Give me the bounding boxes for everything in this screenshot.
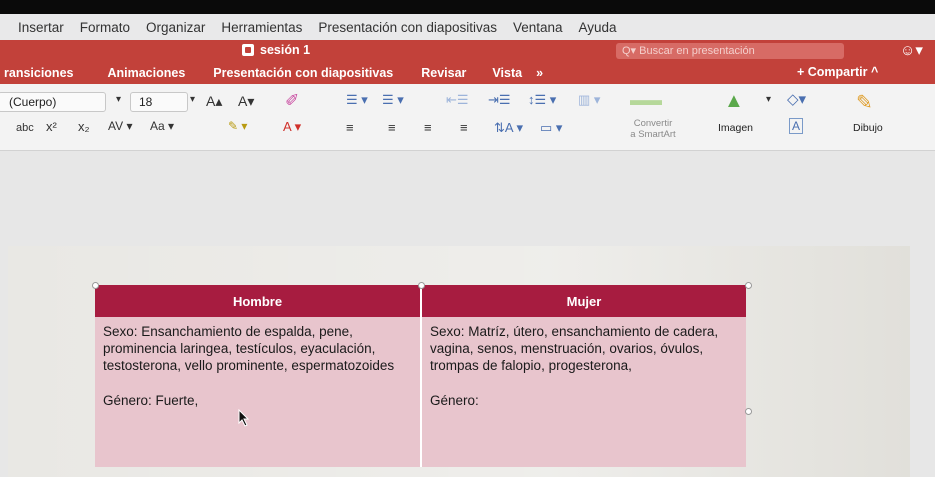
menu-insertar[interactable]: Insertar [18, 20, 64, 35]
menu-formato[interactable]: Formato [80, 20, 130, 35]
menu-herramientas[interactable]: Herramientas [221, 20, 302, 35]
search-input[interactable]: Q▾ Buscar en presentación [616, 43, 844, 59]
image-icon[interactable]: ▲ [724, 90, 744, 113]
app-menu-bar: Insertar Formato Organizar Herramientas … [0, 14, 935, 41]
table-header-hombre[interactable]: Hombre [95, 285, 422, 317]
bullets-icon[interactable]: ☰ ▾ [346, 92, 368, 108]
image-dropdown-icon[interactable]: ▾ [766, 94, 771, 105]
decrease-indent-icon[interactable]: ⇤☰ [446, 92, 469, 108]
cell-genero-text: Género: Fuerte, [103, 393, 199, 408]
ribbon-toolbar: (Cuerpo) ▾ 18 ▾ A▴ A▾ ✐ abc x² x₂ AV ▾ A… [0, 84, 935, 151]
mouse-pointer-icon [238, 409, 250, 427]
image-button-label[interactable]: Imagen [718, 122, 753, 134]
align-right-icon[interactable]: ≡ [424, 120, 432, 135]
document-title: sesión 1 [242, 43, 310, 57]
tab-revisar[interactable]: Revisar [421, 66, 466, 80]
grow-font-button[interactable]: A▴ [206, 93, 222, 110]
cell-genero-text: Género: [430, 393, 479, 408]
tab-vista[interactable]: Vista [492, 66, 522, 80]
smartart-icon[interactable]: ▬▬ [630, 92, 662, 110]
resize-handle[interactable] [418, 282, 425, 289]
menu-organizar[interactable]: Organizar [146, 20, 205, 35]
share-button[interactable]: + Compartir ^ [797, 65, 878, 79]
cell-sexo-text: Sexo: Ensanchamiento de espalda, pene, p… [103, 324, 395, 373]
align-center-icon[interactable]: ≡ [388, 120, 396, 135]
menu-ventana[interactable]: Ventana [513, 20, 563, 35]
superscript-button[interactable]: x² [46, 119, 57, 134]
numbering-icon[interactable]: ☰ ▾ [382, 92, 404, 108]
table-header-mujer[interactable]: Mujer [421, 285, 746, 317]
shrink-font-button[interactable]: A▾ [238, 93, 254, 110]
tab-animaciones[interactable]: Animaciones [107, 66, 185, 80]
clear-format-icon[interactable]: ✐ [285, 91, 299, 111]
textbox-icon[interactable]: A [789, 118, 804, 134]
font-name-select[interactable]: (Cuerpo) [0, 92, 106, 112]
smiley-icon[interactable]: ☺▾ [900, 41, 923, 59]
menu-presentacion[interactable]: Presentación con diapositivas [318, 20, 497, 35]
tab-transiciones[interactable]: ransiciones [4, 66, 73, 80]
resize-handle[interactable] [745, 408, 752, 415]
convert-smartart-label[interactable]: Convertir a SmartArt [627, 118, 679, 140]
align-left-icon[interactable]: ≡ [346, 120, 354, 135]
change-case-button[interactable]: Aa ▾ [150, 119, 174, 133]
tab-presentacion[interactable]: Presentación con diapositivas [213, 66, 393, 80]
screen-top-bar [0, 0, 935, 14]
highlight-button[interactable]: ✎ ▾ [228, 119, 247, 133]
resize-handle[interactable] [92, 282, 99, 289]
chevron-right-icon[interactable]: » [536, 66, 543, 80]
resize-handle[interactable] [745, 282, 752, 289]
ribbon-tab-bar: ransiciones Animaciones Presentación con… [0, 62, 935, 84]
text-direction-icon[interactable]: ⇅A ▾ [494, 120, 523, 136]
align-text-icon[interactable]: ▭ ▾ [540, 120, 562, 136]
table-cell-mujer[interactable]: Sexo: Matríz, útero, ensanchamiento de c… [421, 317, 746, 467]
justify-icon[interactable]: ≡ [460, 120, 468, 135]
increase-indent-icon[interactable]: ⇥☰ [488, 92, 511, 108]
content-table[interactable]: Hombre Mujer Sexo: Ensanchamiento de esp… [95, 285, 746, 467]
font-color-button[interactable]: A ▾ [283, 119, 301, 135]
window-title-bar: sesión 1 Q▾ Buscar en presentación ☺▾ [0, 40, 935, 62]
font-name-dropdown-icon[interactable]: ▾ [116, 94, 121, 105]
columns-icon[interactable]: ▥ ▾ [578, 92, 600, 108]
slide: Hombre Mujer Sexo: Ensanchamiento de esp… [8, 246, 910, 477]
line-spacing-icon[interactable]: ↕☰ ▾ [528, 92, 556, 108]
menu-ayuda[interactable]: Ayuda [579, 20, 617, 35]
cell-sexo-text: Sexo: Matríz, útero, ensanchamiento de c… [430, 324, 719, 373]
char-spacing-button[interactable]: AV ▾ [108, 119, 132, 133]
font-size-select[interactable]: 18 [130, 92, 188, 112]
slide-editing-area: Hombre Mujer Sexo: Ensanchamiento de esp… [0, 151, 935, 477]
shapes-icon[interactable]: ◇▾ [787, 90, 806, 108]
font-size-dropdown-icon[interactable]: ▾ [190, 94, 195, 105]
table-cell-hombre[interactable]: Sexo: Ensanchamiento de espalda, pene, p… [95, 317, 422, 467]
drawing-button-label[interactable]: Dibujo [853, 122, 883, 134]
brush-icon[interactable]: ✎ [856, 90, 873, 115]
subscript-button[interactable]: x₂ [78, 119, 90, 134]
strikethrough-button[interactable]: abc [16, 122, 34, 134]
document-title-text: sesión 1 [260, 43, 311, 57]
document-icon [242, 44, 254, 56]
